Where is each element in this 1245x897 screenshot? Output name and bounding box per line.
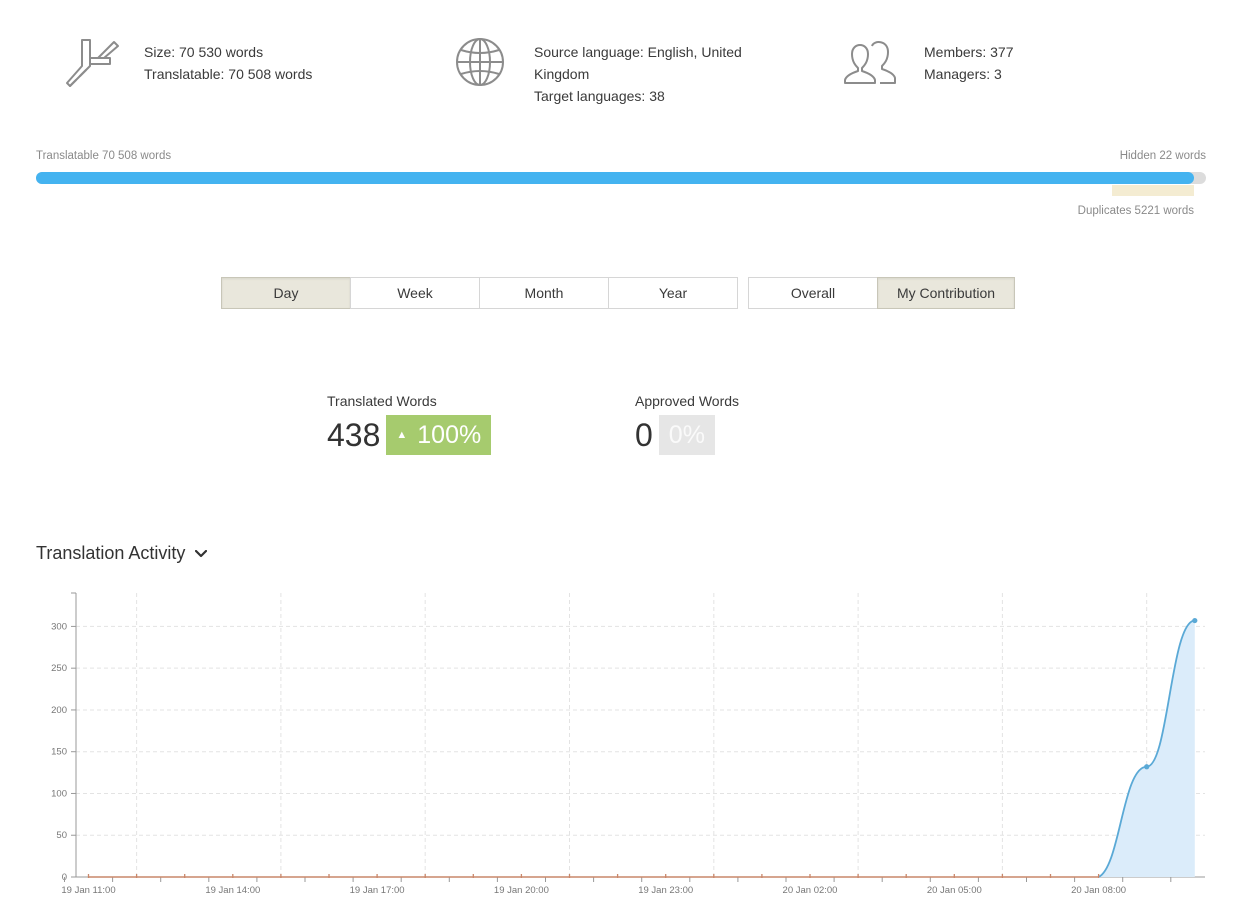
tab-my-contribution[interactable]: My Contribution — [877, 277, 1015, 309]
translatable-label: Translatable 70 508 words — [36, 150, 172, 162]
approved-words-label: Approved Words — [635, 393, 740, 409]
tab-overall[interactable]: Overall — [748, 277, 878, 309]
x-tick-label: 19 Jan 11:00 — [61, 885, 115, 896]
x-tick-label: 20 Jan 08:00 — [1071, 885, 1126, 896]
translation-activity-toggle[interactable]: Translation Activity — [36, 543, 208, 564]
translated-words-value: 438 — [327, 417, 381, 453]
language-info: Source language: English, United Kingdom… — [454, 36, 742, 107]
triangle-up-icon: ▲ — [396, 429, 408, 441]
approved-words-value: 0 — [635, 417, 653, 453]
translated-change-badge: ▲ 100% — [386, 415, 492, 455]
data-point — [1144, 764, 1150, 770]
approved-words-stat: Approved Words 0 0% — [635, 393, 739, 455]
period-tabs: Day Week Month Year — [221, 277, 738, 309]
translated-change-value: 100% — [417, 420, 482, 449]
approved-change-value: 0% — [668, 420, 705, 449]
scope-tabs: Overall My Contribution — [748, 277, 1015, 309]
progress-track — [36, 172, 1206, 184]
duplicates-bar — [1111, 185, 1194, 196]
translated-words-label: Translated Words — [327, 393, 437, 409]
translation-activity-chart: 05010015020025030019 Jan 11:0019 Jan 14:… — [51, 592, 1205, 896]
approved-change-badge: 0% — [658, 415, 715, 455]
progress-fill — [36, 172, 1194, 184]
data-point — [1192, 617, 1198, 624]
duplicates-label: Duplicates 5221 words — [1077, 205, 1194, 217]
calipers-icon — [64, 36, 124, 96]
members-text: Members: 377 — [924, 44, 1014, 60]
managers-text: Managers: 3 — [924, 66, 1002, 82]
x-tick-label: 19 Jan 17:00 — [350, 885, 405, 896]
y-tick-label: 100 — [51, 788, 67, 799]
y-tick-label: 200 — [51, 705, 67, 716]
size-info: Size: 70 530 words Translatable: 70 508 … — [64, 36, 312, 96]
chevron-down-icon — [195, 549, 208, 557]
y-tick-label: 250 — [51, 663, 67, 674]
x-tick-label: 20 Jan 02:00 — [783, 885, 838, 896]
size-text: Size: 70 530 words — [144, 44, 264, 60]
tab-week[interactable]: Week — [350, 277, 480, 309]
members-info: Members: 377 Managers: 3 — [844, 36, 1013, 96]
x-tick-label: 19 Jan 14:00 — [205, 885, 260, 896]
tab-year[interactable]: Year — [608, 277, 738, 309]
globe-icon — [454, 36, 514, 96]
tab-month[interactable]: Month — [479, 277, 609, 309]
x-tick-label: 19 Jan 20:00 — [494, 885, 549, 896]
users-icon — [844, 36, 904, 96]
tab-day[interactable]: Day — [221, 277, 351, 309]
translatable-text: Translatable: 70 508 words — [144, 66, 313, 82]
target-languages-text: Target languages: 38 — [534, 88, 665, 104]
y-tick-label: 150 — [51, 747, 67, 758]
source-language-text: Source language: English, United — [534, 44, 742, 60]
source-language-text-cont: Kingdom — [534, 66, 590, 82]
translated-words-stat: Translated Words 438 ▲ 100% — [327, 393, 492, 455]
y-tick-label: 300 — [51, 621, 67, 632]
y-tick-label: 50 — [56, 830, 67, 841]
x-tick-label: 19 Jan 23:00 — [638, 885, 693, 896]
x-tick-label: 20 Jan 05:00 — [927, 885, 982, 896]
hidden-label: Hidden 22 words — [1119, 150, 1206, 162]
section-title: Translation Activity — [36, 543, 186, 563]
